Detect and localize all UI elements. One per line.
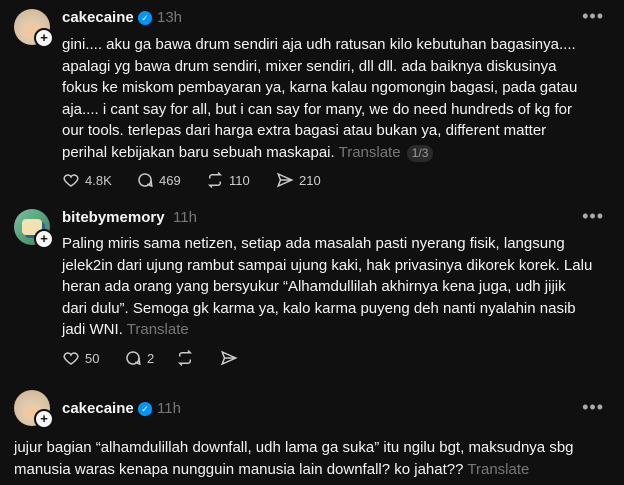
like-button[interactable]: 4.8K [62,171,112,189]
comment-count: 469 [159,172,181,188]
repost-count: 110 [229,172,250,188]
text-line: fokus ke miskom pembayaran ya, karna kal… [62,79,578,96]
post-text: gini.... aku ga bawa drum sendiri aja ud… [62,34,612,163]
share-button[interactable] [220,349,238,367]
text-line: apalagi yg bawa drum sendiri, mixer send… [62,57,557,75]
more-icon[interactable]: ••• [582,206,604,227]
share-button[interactable]: 210 [276,171,321,189]
repost-icon [177,349,193,367]
text-line: perihal kebijakan baru sebuah maskapai. … [62,142,612,164]
like-count: 4.8K [85,172,112,188]
heart-icon [63,352,79,365]
text-line: jadi WNI. Translate [62,319,612,341]
repost-button[interactable] [176,349,194,367]
repost-icon [207,171,223,189]
verified-icon: ✓ [138,402,152,416]
username[interactable]: bitebymemory [62,209,165,226]
follow-plus-icon[interactable]: + [34,229,54,249]
share-icon [220,350,238,366]
follow-plus-icon[interactable]: + [34,28,54,48]
translate-link[interactable]: Translate [127,321,189,338]
text-line: Paling miris sama netizen, setiap ada ma… [62,235,565,252]
timestamp[interactable]: 11h [173,209,197,226]
like-count: 50 [85,350,100,366]
translate-link[interactable]: Translate [467,461,529,478]
text-line: our tools. terlepas dari harga extra bag… [62,122,547,139]
post-text: jujur bagian “alhamdulillah downfall, ud… [14,437,614,480]
text-line-end: jadi WNI. [62,321,123,338]
comment-button[interactable]: 469 [136,171,181,189]
share-count: 210 [299,172,321,188]
username[interactable]: cakecaine [62,400,134,417]
username[interactable]: cakecaine [62,9,134,26]
text-line: manusia waras kenapa nungguin manusia la… [14,459,614,481]
text-line: heran ada orang yang bersyukur “Alhamdul… [62,278,566,295]
comment-icon [126,351,141,366]
text-line: aja.... i cant say for all, but i can sa… [62,100,572,118]
text-line-end: perihal kebijakan baru sebuah maskapai. [62,143,335,161]
post-text: Paling miris sama netizen, setiap ada ma… [62,233,612,341]
translate-link[interactable]: Translate [339,144,401,161]
verified-icon: ✓ [138,11,152,25]
share-icon [276,172,294,188]
text-line: gini.... aku ga bawa drum sendiri aja ud… [62,36,576,53]
text-line: jujur bagian “alhamdulillah downfall, ud… [14,439,574,456]
comment-button[interactable]: 2 [124,349,154,367]
follow-plus-icon[interactable]: + [34,409,54,429]
like-button[interactable]: 50 [62,349,99,367]
more-icon[interactable]: ••• [582,397,604,418]
more-icon[interactable]: ••• [582,6,604,27]
comment-icon [138,173,153,188]
timestamp[interactable]: 13h [157,9,182,26]
page-indicator: 1/3 [406,144,434,162]
heart-icon [63,174,79,187]
comment-count: 2 [147,350,155,366]
repost-button[interactable]: 110 [206,171,250,189]
text-line: dari dulu”. Semoga gk karma ya, kalo kar… [62,299,576,317]
text-line-end: manusia waras kenapa nungguin manusia la… [14,460,464,478]
text-line: jelek2in dari ujung rambut sampai ujung … [62,256,593,274]
timestamp[interactable]: 11h [157,400,181,417]
